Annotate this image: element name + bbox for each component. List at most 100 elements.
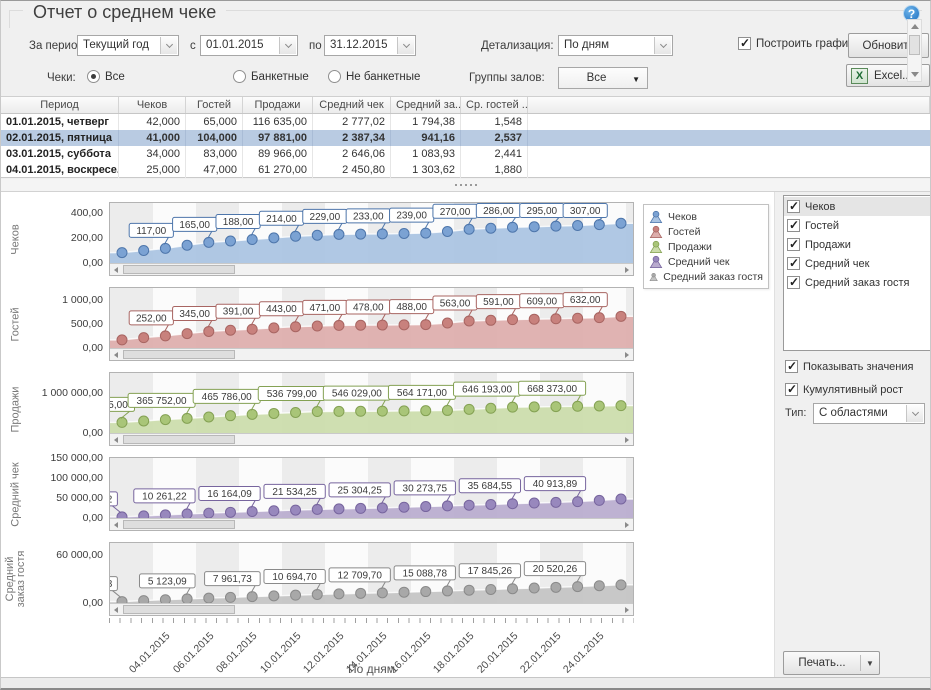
cumulative-checkbox[interactable]: Кумулятивный рост — [785, 383, 903, 396]
table-cell: 41,000 — [119, 130, 186, 146]
scroll-left-icon[interactable] — [111, 605, 121, 614]
chevron-down-icon[interactable] — [906, 405, 923, 422]
data-point-marker — [269, 408, 279, 418]
data-point-marker — [508, 402, 518, 412]
chart-type-select[interactable]: С областями — [813, 403, 925, 424]
y-tick-label: 60 000,00 — [56, 549, 103, 561]
hall-groups-label: Группы залов: — [469, 72, 545, 84]
period-label: За период — [29, 40, 84, 52]
series-checkbox-item[interactable]: Средний чек — [784, 254, 930, 273]
y-tick-label: 1 000 000,00 — [42, 387, 103, 399]
chevron-down-icon[interactable] — [654, 37, 671, 54]
scroll-up-icon[interactable] — [909, 20, 920, 33]
checkbox-icon[interactable] — [787, 219, 800, 232]
chevron-down-icon[interactable] — [397, 37, 414, 54]
show-values-checkbox[interactable]: Показывать значения — [785, 360, 913, 373]
radio-nonbanquet-checks[interactable]: Не банкетные — [328, 70, 420, 83]
series-checkbox-item[interactable]: Чеков — [784, 197, 930, 216]
data-point-marker — [529, 583, 539, 593]
chart-plot-1[interactable]: 117,00165,00188,00214,00229,00233,00239,… — [109, 202, 634, 276]
dropdown-arrow-icon: ▼ — [632, 75, 640, 84]
column-header[interactable]: Продажи — [243, 97, 313, 113]
value-label: 20 520,26 — [533, 564, 578, 575]
column-header[interactable]: Средний чек — [313, 97, 391, 113]
chart-plot-3[interactable]: 35,00365 752,00465 786,00536 799,00546 0… — [109, 372, 634, 446]
checkbox-icon[interactable] — [787, 276, 800, 289]
chart-horizontal-scrollbar[interactable] — [110, 603, 633, 615]
scroll-right-icon[interactable] — [622, 350, 632, 359]
radio-all-checks[interactable]: Все — [87, 70, 125, 83]
date-from-value: 01.01.2015 — [206, 39, 277, 51]
date-to-select[interactable]: 31.12.2015 — [324, 35, 416, 56]
table-row[interactable]: 03.01.2015, суббота34,00083,00089 966,00… — [1, 146, 930, 162]
date-from-select[interactable]: 01.01.2015 — [200, 35, 298, 56]
chart-scrollbar-thumb[interactable] — [123, 350, 235, 359]
print-button[interactable]: Печать... ▼ — [783, 651, 880, 675]
value-label: 10 261,22 — [142, 491, 187, 502]
chart-scrollbar-thumb[interactable] — [123, 265, 235, 274]
y-axis-ticks: 0,00500,001 000,00 — [31, 287, 107, 361]
table-cell: 2 387,34 — [313, 130, 391, 146]
chart-scrollbar-thumb[interactable] — [123, 435, 235, 444]
scroll-left-icon[interactable] — [111, 435, 121, 444]
scroll-left-icon[interactable] — [111, 520, 121, 529]
chart-plot-5[interactable]: 385 123,097 961,7310 694,7012 709,7015 0… — [109, 542, 634, 616]
series-checkbox-item[interactable]: Средний заказ гостя — [784, 273, 930, 292]
series-checkbox-item[interactable]: Продажи — [784, 235, 930, 254]
table-row[interactable]: 02.01.2015, пятница41,000104,00097 881,0… — [1, 130, 930, 146]
scroll-right-icon[interactable] — [622, 520, 632, 529]
legend-label: Продажи — [668, 241, 712, 253]
column-header[interactable]: Гостей — [186, 97, 243, 113]
build-chart-checkbox[interactable]: Построить график — [738, 37, 853, 50]
chart-horizontal-scrollbar[interactable] — [110, 433, 633, 445]
legend-item: Гостей — [649, 224, 763, 239]
data-point-marker — [312, 407, 322, 417]
chevron-down-icon[interactable] — [160, 37, 177, 54]
data-point-marker — [464, 404, 474, 414]
table-cell: 1,880 — [461, 162, 528, 178]
table-cell: 2 777,02 — [313, 114, 391, 130]
column-header[interactable]: Чеков — [119, 97, 186, 113]
hall-groups-select[interactable]: Все ▼ — [558, 67, 648, 89]
table-scrollbar-thumb[interactable] — [909, 35, 920, 55]
data-point-marker — [117, 248, 127, 258]
scroll-right-icon[interactable] — [622, 435, 632, 444]
checkbox-icon[interactable] — [787, 200, 800, 213]
chart-scrollbar-thumb[interactable] — [123, 605, 235, 614]
chart-plot-2[interactable]: 252,00345,00391,00443,00471,00478,00488,… — [109, 287, 634, 361]
value-label: 25 304,25 — [337, 485, 382, 496]
scroll-down-icon[interactable] — [909, 68, 920, 81]
table-chart-splitter[interactable] — [1, 179, 930, 192]
detail-select[interactable]: По дням — [558, 35, 673, 56]
checkbox-icon[interactable] — [787, 238, 800, 251]
column-header[interactable]: Период — [1, 97, 119, 113]
series-checkbox-item[interactable]: Гостей — [784, 216, 930, 235]
chevron-down-icon[interactable] — [279, 37, 296, 54]
chart-horizontal-scrollbar[interactable] — [110, 518, 633, 530]
column-header[interactable]: Средний за... — [391, 97, 461, 113]
table-cell-filler — [528, 162, 930, 178]
series-icon — [649, 210, 663, 224]
to-label: по — [309, 40, 322, 52]
print-dropdown-icon[interactable]: ▼ — [861, 659, 879, 668]
scroll-left-icon[interactable] — [111, 350, 121, 359]
scroll-right-icon[interactable] — [622, 605, 632, 614]
table-vertical-scrollbar[interactable] — [907, 19, 922, 82]
period-select[interactable]: Текущий год — [77, 35, 179, 56]
legend-label: Чеков — [668, 211, 697, 223]
data-point-marker — [204, 237, 214, 247]
checkbox-icon[interactable] — [787, 257, 800, 270]
scroll-right-icon[interactable] — [622, 265, 632, 274]
table-row[interactable]: 01.01.2015, четверг42,00065,000116 635,0… — [1, 114, 930, 130]
radio-banquet-checks[interactable]: Банкетные — [233, 70, 309, 83]
table-row[interactable]: 04.01.2015, воскресе...25,00047,00061 27… — [1, 162, 930, 178]
column-header[interactable]: Ср. гостей ... — [461, 97, 528, 113]
data-point-marker — [269, 591, 279, 601]
chart-plot-4[interactable]: 0210 261,2216 164,0921 534,2525 304,2530… — [109, 457, 634, 531]
chart-type-label: Тип: — [785, 407, 806, 419]
chart-horizontal-scrollbar[interactable] — [110, 263, 633, 275]
data-point-marker — [204, 412, 214, 422]
chart-scrollbar-thumb[interactable] — [123, 520, 235, 529]
chart-horizontal-scrollbar[interactable] — [110, 348, 633, 360]
scroll-left-icon[interactable] — [111, 265, 121, 274]
